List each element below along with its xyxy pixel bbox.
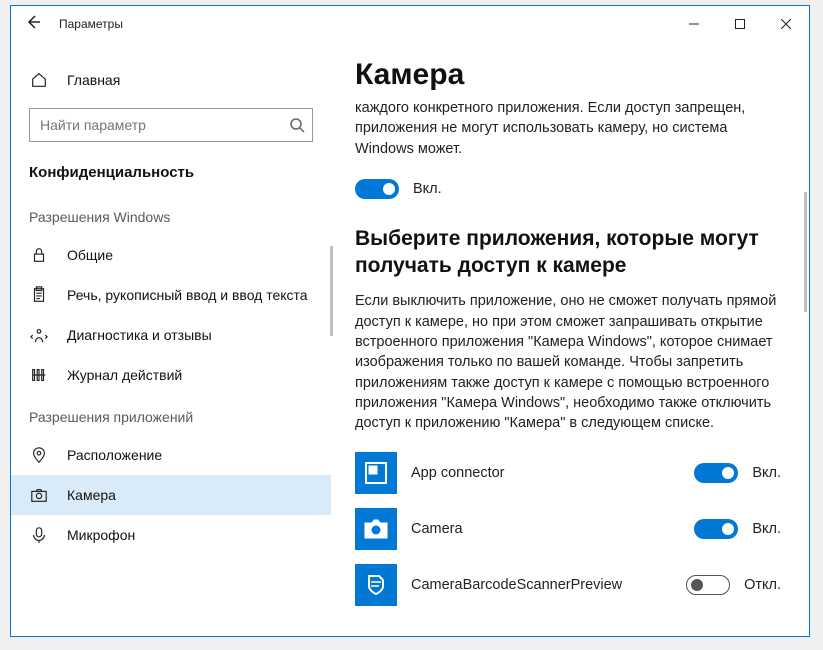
microphone-icon bbox=[29, 525, 49, 545]
sidebar-category: Конфиденциальность bbox=[11, 158, 331, 195]
sidebar-item-label: Расположение bbox=[67, 447, 162, 463]
sidebar-item-microphone[interactable]: Микрофон bbox=[11, 515, 331, 555]
window-title: Параметры bbox=[59, 17, 123, 31]
sidebar: Главная Конфиденциальность Разрешения Wi… bbox=[11, 42, 331, 636]
clipboard-icon bbox=[29, 285, 49, 305]
app-name: CameraBarcodeScannerPreview bbox=[411, 577, 672, 593]
section-windows-permissions: Разрешения Windows bbox=[11, 195, 331, 235]
app-name: App connector bbox=[411, 465, 680, 481]
apps-desc: Если выключить приложение, оно не сможет… bbox=[355, 291, 781, 433]
app-row: App connector Вкл. bbox=[355, 452, 781, 494]
back-icon[interactable] bbox=[25, 14, 41, 35]
sidebar-item-clipboard[interactable]: Речь, рукописный ввод и ввод текста bbox=[11, 275, 331, 315]
search-icon bbox=[289, 117, 305, 133]
master-toggle-row: Вкл. bbox=[355, 179, 781, 199]
section-app-permissions: Разрешения приложений bbox=[11, 395, 331, 435]
sidebar-item-camera[interactable]: Камера bbox=[11, 475, 331, 515]
sidebar-home[interactable]: Главная bbox=[11, 60, 331, 100]
titlebar: Параметры bbox=[11, 6, 809, 42]
sidebar-item-label: Камера bbox=[67, 487, 116, 503]
master-toggle-label: Вкл. bbox=[413, 181, 442, 197]
sidebar-home-label: Главная bbox=[67, 72, 120, 88]
maximize-button[interactable] bbox=[717, 6, 763, 42]
camera-icon bbox=[29, 485, 49, 505]
app-toggle-label: Вкл. bbox=[752, 521, 781, 537]
app-row: Camera Вкл. bbox=[355, 508, 781, 550]
sidebar-scrollbar[interactable] bbox=[330, 246, 333, 336]
lead-text: каждого конкретного приложения. Если дос… bbox=[355, 98, 781, 159]
sidebar-item-label: Речь, рукописный ввод и ввод текста bbox=[67, 287, 308, 303]
sidebar-item-feedback[interactable]: Диагностика и отзывы bbox=[11, 315, 331, 355]
sidebar-item-label: Общие bbox=[67, 247, 113, 263]
settings-window: Параметры Главная Конфиденциальность Раз… bbox=[10, 5, 810, 637]
window-controls bbox=[671, 6, 809, 42]
app-toggle[interactable] bbox=[694, 519, 738, 539]
location-icon bbox=[29, 445, 49, 465]
app-icon bbox=[355, 452, 397, 494]
apps-subheading: Выберите приложения, которые могут получ… bbox=[355, 225, 781, 280]
sidebar-item-activity[interactable]: Журнал действий bbox=[11, 355, 331, 395]
app-toggle-label: Откл. bbox=[744, 577, 781, 593]
app-toggle[interactable] bbox=[694, 463, 738, 483]
activity-icon bbox=[29, 365, 49, 385]
app-row: CameraBarcodeScannerPreview Откл. bbox=[355, 564, 781, 606]
app-icon bbox=[355, 564, 397, 606]
page-title: Камера bbox=[355, 58, 781, 92]
close-button[interactable] bbox=[763, 6, 809, 42]
app-name: Camera bbox=[411, 521, 680, 537]
search-input[interactable] bbox=[29, 108, 313, 142]
app-icon bbox=[355, 508, 397, 550]
feedback-icon bbox=[29, 325, 49, 345]
content-pane: Камера каждого конкретного приложения. Е… bbox=[331, 42, 809, 636]
sidebar-item-label: Микрофон bbox=[67, 527, 135, 543]
lock-icon bbox=[29, 245, 49, 265]
master-toggle[interactable] bbox=[355, 179, 399, 199]
sidebar-item-lock[interactable]: Общие bbox=[11, 235, 331, 275]
sidebar-item-location[interactable]: Расположение bbox=[11, 435, 331, 475]
minimize-button[interactable] bbox=[671, 6, 717, 42]
app-toggle[interactable] bbox=[686, 575, 730, 595]
search-wrap bbox=[29, 108, 313, 142]
content-scrollbar[interactable] bbox=[804, 192, 807, 312]
sidebar-item-label: Диагностика и отзывы bbox=[67, 327, 212, 343]
app-toggle-label: Вкл. bbox=[752, 465, 781, 481]
home-icon bbox=[29, 70, 49, 90]
sidebar-item-label: Журнал действий bbox=[67, 367, 182, 383]
